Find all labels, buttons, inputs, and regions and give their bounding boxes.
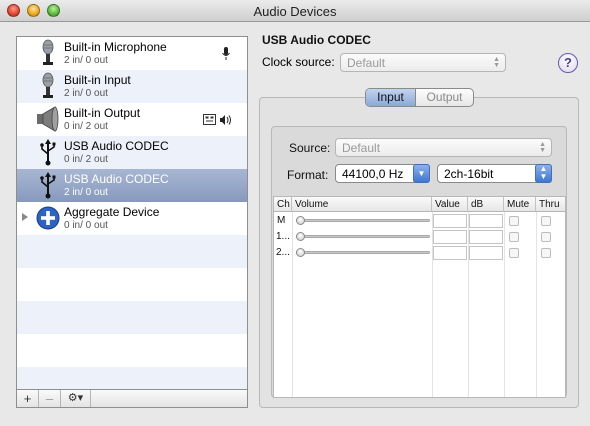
device-io: 2 in/ 0 out <box>64 187 108 198</box>
gear-menu-button[interactable]: ⚙▾ <box>61 390 91 407</box>
speaker-icon <box>37 106 59 132</box>
disclosure-triangle-icon[interactable] <box>22 213 28 221</box>
source-label: Source: <box>289 141 331 155</box>
device-list-toolbar: + – ⚙▾ <box>16 389 248 408</box>
device-list[interactable]: Built-in Microphone 2 in/ 0 out Built-in… <box>16 36 248 408</box>
add-device-button[interactable]: + <box>17 390 39 407</box>
input-output-segmented-control[interactable]: Input Output <box>365 88 474 107</box>
device-io: 2 in/ 0 out <box>64 88 108 99</box>
column-header-value[interactable]: Value <box>432 197 468 212</box>
db-field[interactable] <box>469 214 503 228</box>
microphone-icon <box>42 72 54 98</box>
value-field[interactable] <box>433 230 467 244</box>
finder-speaker-badge-icon <box>203 114 231 125</box>
device-name: USB Audio CODEC <box>64 139 169 153</box>
mute-checkbox[interactable] <box>509 232 519 242</box>
device-io: 0 in/ 2 out <box>64 121 108 132</box>
device-item-usb-audio-codec-output[interactable]: USB Audio CODEC 0 in/ 2 out <box>17 136 247 169</box>
empty-row <box>17 334 247 367</box>
volume-slider-knob[interactable] <box>296 216 305 225</box>
clock-source-value: Default <box>347 56 386 70</box>
volume-slider-track[interactable] <box>296 251 430 254</box>
device-item-built-in-input[interactable]: Built-in Input 2 in/ 0 out <box>17 70 247 103</box>
microphone-badge-icon <box>222 47 230 60</box>
volume-slider-track[interactable] <box>296 235 430 238</box>
device-name: Built-in Input <box>64 73 131 87</box>
column-header-mute[interactable]: Mute <box>504 197 536 212</box>
empty-row <box>17 268 247 301</box>
help-button[interactable]: ? <box>558 53 578 73</box>
empty-row <box>17 301 247 334</box>
format-channels-value: 2ch-16bit <box>444 167 494 181</box>
column-divider <box>536 212 537 397</box>
channel-label: M <box>277 215 286 226</box>
mute-checkbox[interactable] <box>509 216 519 226</box>
format-label: Format: <box>287 168 329 182</box>
volume-slider-track[interactable] <box>296 219 430 222</box>
device-item-built-in-output[interactable]: Built-in Output 0 in/ 2 out <box>17 103 247 136</box>
device-io: 2 in/ 0 out <box>64 55 108 66</box>
microphone-icon <box>42 39 54 65</box>
mute-checkbox[interactable] <box>509 248 519 258</box>
tab-output[interactable]: Output <box>416 89 473 106</box>
title-bar[interactable]: Audio Devices <box>0 0 590 22</box>
device-item-usb-audio-codec-input[interactable]: USB Audio CODEC 2 in/ 0 out <box>17 169 247 202</box>
format-rate-value: 44100,0 Hz <box>342 167 404 181</box>
column-divider <box>504 212 505 397</box>
value-field[interactable] <box>433 246 467 260</box>
remove-device-button[interactable]: – <box>39 390 61 407</box>
device-item-aggregate-device[interactable]: Aggregate Device 0 in/ 0 out <box>17 202 247 235</box>
window-title: Audio Devices <box>253 4 337 19</box>
device-name: Aggregate Device <box>64 205 160 219</box>
device-name: USB Audio CODEC <box>64 172 169 186</box>
thru-checkbox[interactable] <box>541 216 551 226</box>
device-io: 0 in/ 2 out <box>64 154 108 165</box>
device-name: Built-in Output <box>64 106 141 120</box>
audio-devices-window: Audio Devices Built-in Microphone 2 in/ … <box>0 0 590 426</box>
usb-icon <box>40 172 56 199</box>
channel-label: 2... <box>276 247 290 258</box>
thru-checkbox[interactable] <box>541 232 551 242</box>
updown-arrows-icon: ▲ ▼ <box>539 141 546 154</box>
clock-source-label: Clock source: <box>262 55 335 69</box>
channel-table: Ch Volume Value dB Mute Thru M 1... 2... <box>273 196 566 398</box>
format-rate-dropdown-arrow-icon[interactable]: ▼ <box>413 164 430 183</box>
db-field[interactable] <box>469 230 503 244</box>
source-value: Default <box>342 141 381 155</box>
device-io: 0 in/ 0 out <box>64 220 108 231</box>
column-header-db[interactable]: dB <box>468 197 504 212</box>
usb-icon <box>40 139 56 166</box>
column-divider <box>292 212 293 397</box>
volume-slider-knob[interactable] <box>296 248 305 257</box>
device-item-built-in-microphone[interactable]: Built-in Microphone 2 in/ 0 out <box>17 37 247 70</box>
clock-source-popup[interactable]: Default ▲ ▼ <box>340 53 506 72</box>
channel-label: 1... <box>276 231 290 242</box>
device-name: Built-in Microphone <box>64 40 167 54</box>
thru-checkbox[interactable] <box>541 248 551 258</box>
value-field[interactable] <box>433 214 467 228</box>
source-popup[interactable]: Default ▲ ▼ <box>335 138 552 157</box>
column-header-volume[interactable]: Volume <box>292 197 432 212</box>
db-field[interactable] <box>469 246 503 260</box>
aggregate-plus-icon <box>36 206 60 230</box>
column-header-thru[interactable]: Thru <box>536 197 565 212</box>
format-channels-updown-arrows-icon[interactable]: ▲ ▼ <box>535 164 552 183</box>
volume-slider-knob[interactable] <box>296 232 305 241</box>
device-title: USB Audio CODEC <box>262 33 371 47</box>
column-header-ch[interactable]: Ch <box>274 197 292 212</box>
empty-row <box>17 235 247 268</box>
tab-input[interactable]: Input <box>366 89 416 106</box>
updown-arrows-icon: ▲ ▼ <box>493 56 500 69</box>
